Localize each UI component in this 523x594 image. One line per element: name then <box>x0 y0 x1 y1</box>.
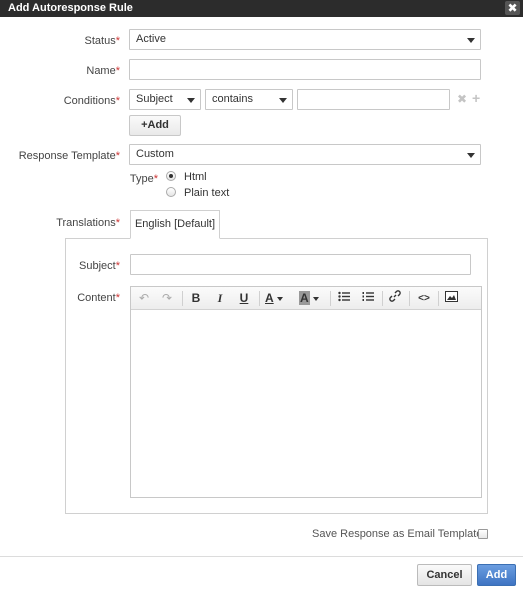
toolbar-divider <box>330 291 331 306</box>
required-marker: * <box>115 65 120 77</box>
required-marker: * <box>115 95 120 107</box>
add-condition-button[interactable]: +Add <box>129 115 181 136</box>
required-marker: * <box>115 217 120 229</box>
toolbar-divider <box>438 291 439 306</box>
response-template-label-text: Response Template <box>18 150 116 162</box>
required-marker: * <box>115 292 120 304</box>
toolbar-divider <box>182 291 183 306</box>
type-html-radio[interactable] <box>166 171 176 181</box>
cancel-button[interactable]: Cancel <box>417 564 472 586</box>
remove-condition-icon[interactable]: ✖ <box>457 92 467 106</box>
condition-field-value: Subject <box>136 93 173 105</box>
text-color-button[interactable]: A <box>265 290 291 307</box>
conditions-label-text: Conditions <box>63 95 116 107</box>
status-label: Status* <box>20 35 120 47</box>
status-label-text: Status <box>84 35 116 47</box>
translations-label-text: Translations <box>56 217 116 229</box>
conditions-label: Conditions* <box>20 95 120 107</box>
response-template-select[interactable]: Custom <box>129 144 481 165</box>
dialog-title: Add Autoresponse Rule <box>8 2 133 14</box>
status-select[interactable]: Active <box>129 29 481 50</box>
chevron-down-icon <box>187 98 195 103</box>
save-template-label: Save Response as Email Template <box>312 528 483 540</box>
add-condition-icon[interactable]: + <box>472 90 480 106</box>
status-select-value: Active <box>136 33 166 45</box>
toolbar-divider <box>382 291 383 306</box>
tab-english-default[interactable]: English [Default] <box>130 210 220 239</box>
bulleted-list-icon[interactable] <box>337 290 351 307</box>
condition-field-select[interactable]: Subject <box>129 89 201 110</box>
dialog-titlebar: Add Autoresponse Rule ✖ <box>0 0 523 17</box>
background-color-icon: A <box>299 291 310 305</box>
underline-icon[interactable]: U <box>237 290 251 307</box>
close-icon[interactable]: ✖ <box>505 1 520 15</box>
content-editor[interactable]: ↶ ↷ B I U A A <> <box>130 286 482 498</box>
bold-icon[interactable]: B <box>189 290 203 307</box>
content-label-text: Content <box>77 292 116 304</box>
required-marker: * <box>153 173 158 185</box>
response-template-label: Response Template* <box>10 150 120 162</box>
subject-label: Subject* <box>60 260 120 272</box>
translations-label: Translations* <box>20 217 120 229</box>
content-label: Content* <box>60 292 120 304</box>
italic-icon[interactable]: I <box>213 290 227 307</box>
subject-input[interactable] <box>130 254 471 275</box>
image-icon[interactable] <box>444 290 458 307</box>
condition-value-input[interactable] <box>297 89 450 110</box>
response-template-value: Custom <box>136 148 174 160</box>
text-color-icon: A <box>265 291 274 305</box>
save-template-checkbox[interactable] <box>478 529 488 539</box>
source-code-icon[interactable]: <> <box>415 290 433 307</box>
name-label-text: Name <box>86 65 116 77</box>
link-icon[interactable] <box>388 290 402 307</box>
condition-operator-select[interactable]: contains <box>205 89 293 110</box>
background-color-button[interactable]: A <box>299 290 325 307</box>
toolbar-divider <box>409 291 410 306</box>
toolbar-divider <box>259 291 260 306</box>
name-input[interactable] <box>129 59 481 80</box>
required-marker: * <box>115 150 120 162</box>
chevron-down-icon <box>467 153 475 158</box>
required-marker: * <box>115 260 120 272</box>
condition-operator-value: contains <box>212 93 253 105</box>
type-html-label: Html <box>184 171 207 183</box>
redo-icon[interactable]: ↷ <box>160 290 174 307</box>
type-label: Type* <box>120 173 158 185</box>
numbered-list-icon[interactable] <box>361 290 375 307</box>
subject-label-text: Subject <box>79 260 116 272</box>
type-label-text: Type <box>129 173 154 185</box>
chevron-down-icon <box>276 296 283 301</box>
chevron-down-icon <box>467 38 475 43</box>
editor-toolbar: ↶ ↷ B I U A A <> <box>131 287 481 310</box>
add-button[interactable]: Add <box>477 564 516 586</box>
required-marker: * <box>115 35 120 47</box>
name-label: Name* <box>20 65 120 77</box>
type-plain-radio[interactable] <box>166 187 176 197</box>
chevron-down-icon <box>279 98 287 103</box>
undo-icon[interactable]: ↶ <box>137 290 151 307</box>
content-editor-body[interactable] <box>131 311 481 497</box>
chevron-down-icon <box>312 296 319 301</box>
type-plain-label: Plain text <box>184 187 230 199</box>
